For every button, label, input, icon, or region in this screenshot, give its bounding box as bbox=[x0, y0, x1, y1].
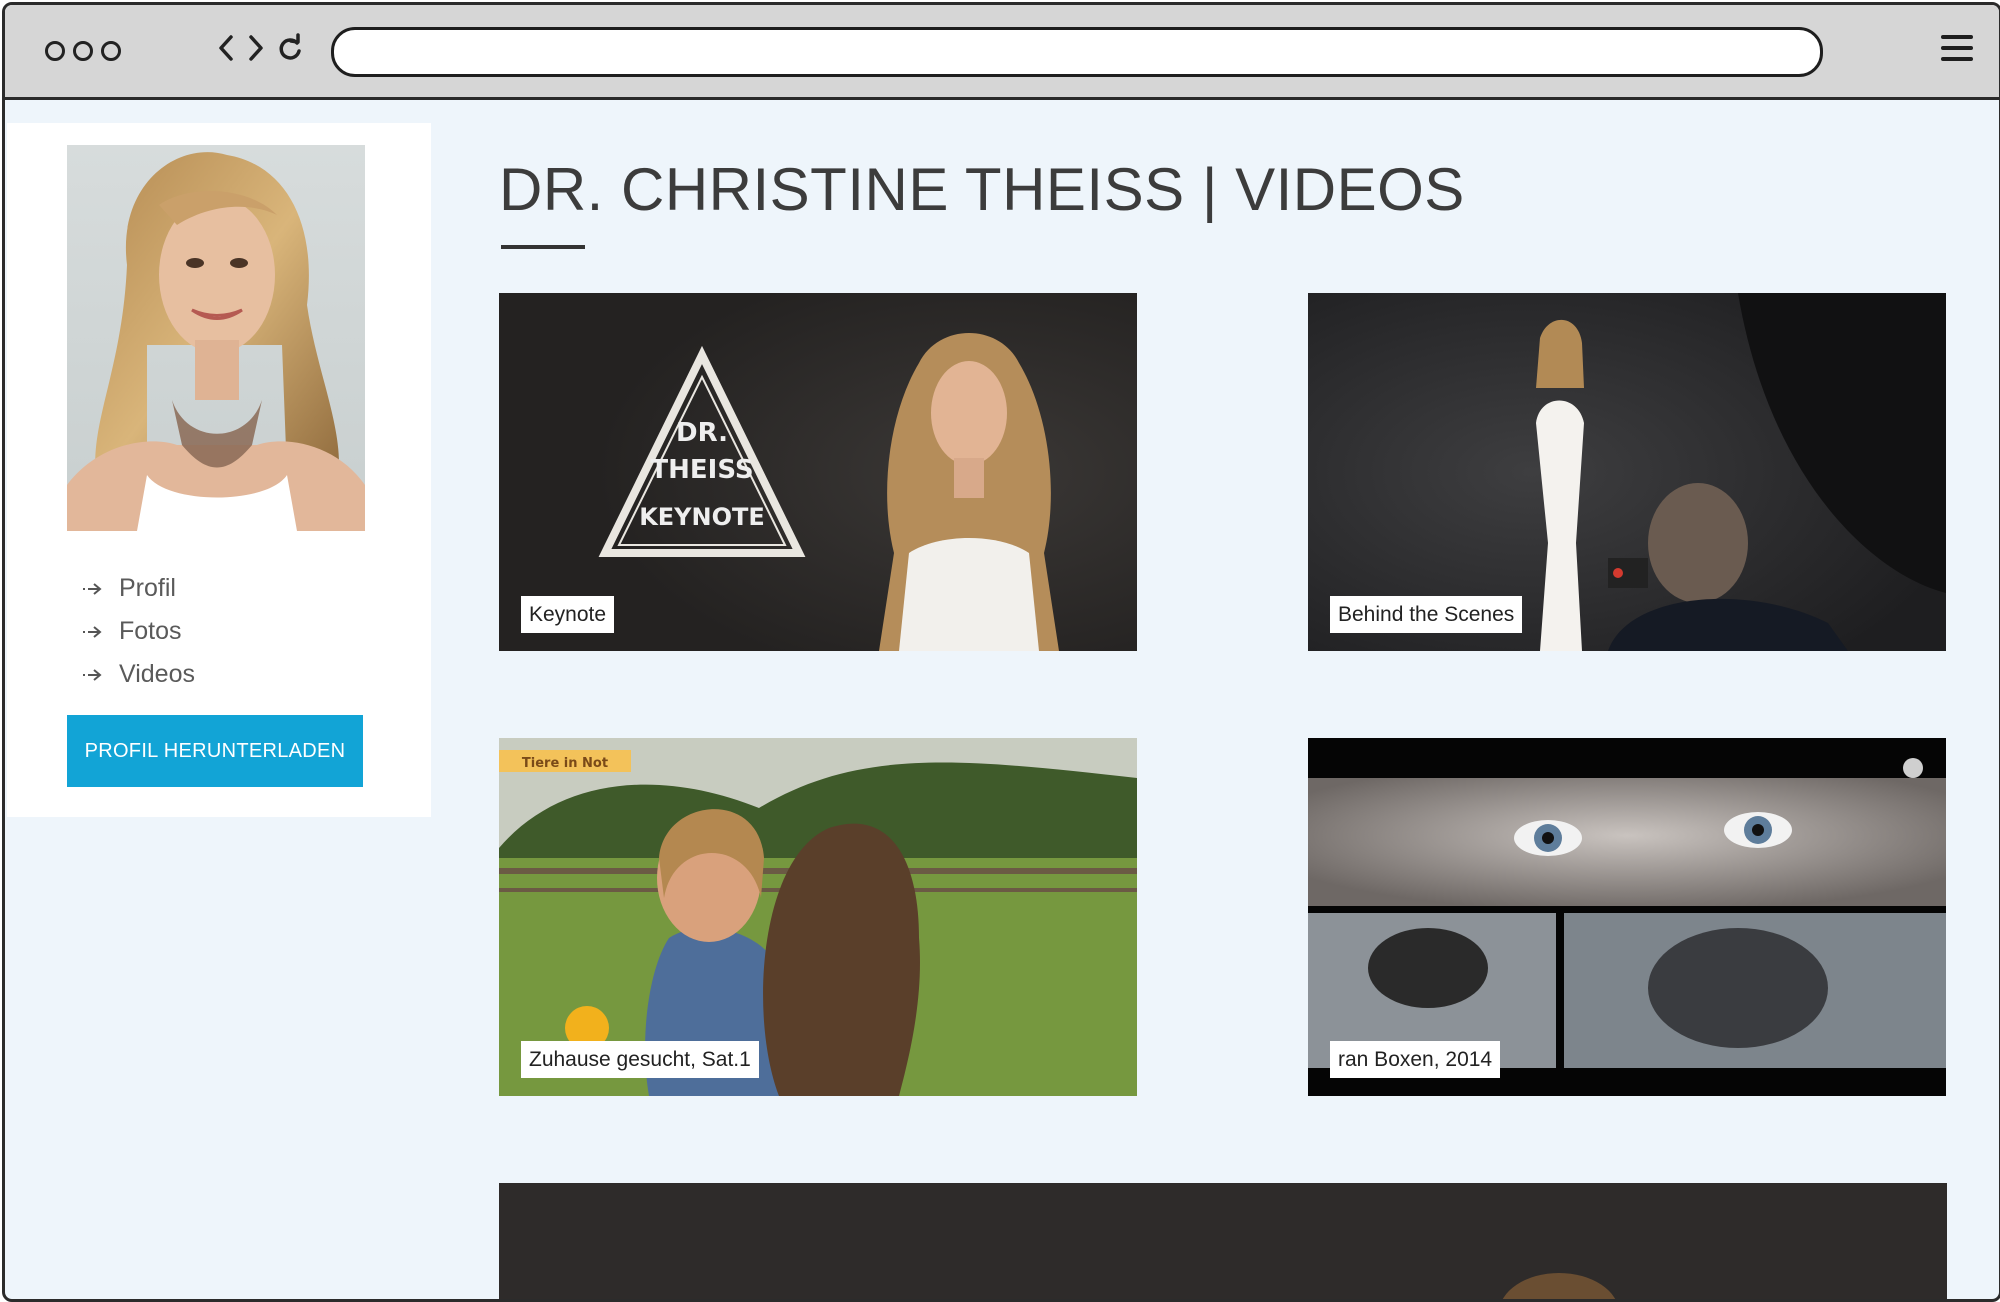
reload-icon[interactable] bbox=[277, 33, 303, 63]
arrow-right-icon bbox=[83, 625, 102, 638]
sidebar-nav: Profil Fotos Videos bbox=[81, 567, 195, 696]
window-controls bbox=[45, 41, 121, 61]
video-card-zuhause-gesucht[interactable]: Tiere in Not Zuhause gesucht, Sat.1 bbox=[499, 738, 1137, 1096]
keynote-logo-text: KEYNOTE bbox=[639, 503, 765, 531]
address-bar[interactable] bbox=[331, 27, 1823, 77]
video-caption: ran Boxen, 2014 bbox=[1330, 1041, 1501, 1078]
keynote-logo-text: THEISS bbox=[650, 455, 753, 485]
tv-badge-text: Tiere in Not bbox=[522, 756, 608, 771]
download-profile-button[interactable]: PROFIL HERUNTERLADEN bbox=[67, 715, 363, 787]
window-minimize-dot-icon[interactable] bbox=[73, 41, 93, 61]
video-thumbnail bbox=[499, 1183, 1947, 1299]
navigation-buttons bbox=[217, 33, 303, 63]
window-maximize-dot-icon[interactable] bbox=[101, 41, 121, 61]
sidebar-item-videos[interactable]: Videos bbox=[81, 653, 195, 696]
arrow-right-icon bbox=[83, 582, 102, 595]
profile-portrait bbox=[67, 145, 365, 531]
page-title: DR. CHRISTINE THEISS | VIDEOS bbox=[499, 156, 1465, 223]
browser-window: Profil Fotos Videos PROFIL HERUNTERLADEN… bbox=[2, 2, 2000, 1302]
sidebar-item-profil[interactable]: Profil bbox=[81, 567, 195, 610]
arrow-right-icon bbox=[83, 668, 102, 681]
sidebar-item-label: Fotos bbox=[119, 617, 182, 645]
video-caption: Zuhause gesucht, Sat.1 bbox=[521, 1041, 759, 1078]
video-card-behind-the-scenes[interactable]: Behind the Scenes bbox=[1308, 293, 1946, 651]
title-underline bbox=[501, 245, 585, 249]
keynote-logo-text: DR. bbox=[676, 418, 728, 448]
browser-toolbar bbox=[5, 5, 1999, 100]
video-caption: Behind the Scenes bbox=[1330, 596, 1523, 633]
sidebar-item-label: Profil bbox=[119, 574, 176, 602]
forward-icon[interactable] bbox=[247, 33, 265, 63]
video-card-5[interactable] bbox=[499, 1183, 1947, 1299]
video-card-keynote[interactable]: DR. THEISS KEYNOTE Keynote bbox=[499, 293, 1137, 651]
video-caption: Keynote bbox=[521, 596, 615, 633]
sidebar-item-label: Videos bbox=[119, 660, 195, 688]
video-card-ran-boxen[interactable]: ran Boxen, 2014 bbox=[1308, 738, 1946, 1096]
hamburger-menu-icon[interactable] bbox=[1941, 35, 1973, 65]
window-close-dot-icon[interactable] bbox=[45, 41, 65, 61]
back-icon[interactable] bbox=[217, 33, 235, 63]
sidebar: Profil Fotos Videos PROFIL HERUNTERLADEN bbox=[7, 123, 431, 817]
sidebar-item-fotos[interactable]: Fotos bbox=[81, 610, 195, 653]
